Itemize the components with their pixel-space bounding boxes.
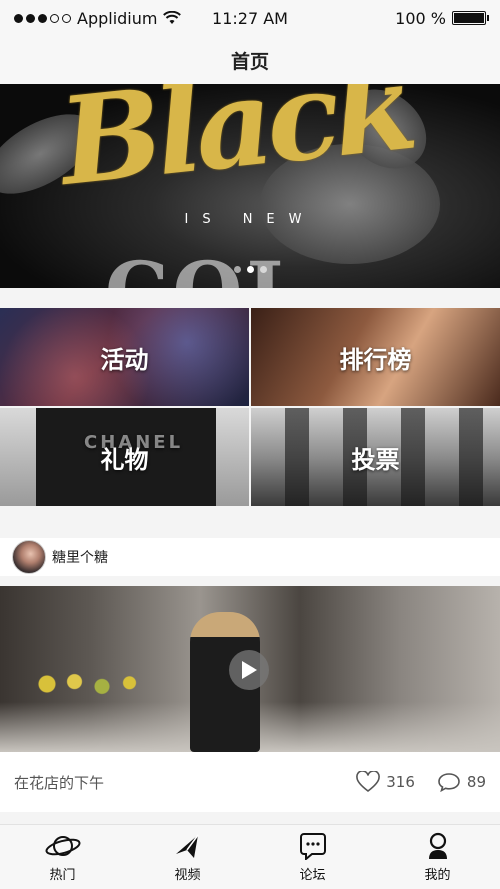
- category-label: 礼物: [100, 445, 149, 474]
- page-title: 首页: [230, 50, 269, 73]
- avatar[interactable]: [12, 540, 46, 574]
- tab-forum[interactable]: 论坛: [273, 832, 353, 883]
- play-icon: [242, 661, 257, 679]
- user-icon: [428, 832, 447, 859]
- post-stats: 316 89: [356, 771, 486, 793]
- category-tile-ranking[interactable]: 排行榜: [251, 308, 500, 406]
- like-button[interactable]: 316: [356, 771, 415, 793]
- status-right: 100 %: [395, 8, 489, 28]
- thumbnail-flowers: [36, 672, 146, 696]
- carrier-name: Applidium: [77, 8, 158, 28]
- signal-icon: [14, 13, 71, 23]
- paper-plane-icon: [175, 834, 199, 858]
- banner-subtitle: IS NEW: [184, 212, 316, 227]
- pager-dot[interactable]: [233, 266, 241, 273]
- carousel-pager[interactable]: [0, 266, 500, 273]
- tab-label: 论坛: [299, 867, 326, 883]
- category-tile-gifts[interactable]: CHANEL 礼物: [0, 408, 249, 506]
- wifi-icon: [163, 11, 182, 24]
- category-tile-events[interactable]: 活动: [0, 308, 249, 406]
- status-left: Applidium: [14, 8, 182, 28]
- tab-profile[interactable]: 我的: [398, 832, 478, 883]
- tab-hot[interactable]: 热门: [23, 832, 103, 883]
- tab-label: 视频: [174, 867, 201, 883]
- tab-bar: 热门 视频 论坛 我的: [0, 824, 500, 889]
- banner-carousel[interactable]: Black IS NEW COL: [0, 84, 500, 288]
- category-label: 投票: [351, 445, 400, 474]
- tab-video[interactable]: 视频: [148, 832, 228, 883]
- battery-fill: [454, 13, 484, 23]
- category-label: 排行榜: [339, 345, 412, 374]
- like-count: 316: [386, 773, 415, 791]
- post-username[interactable]: 糖里个糖: [52, 547, 108, 567]
- pager-dot[interactable]: [259, 266, 267, 273]
- planet-icon: [45, 835, 80, 856]
- comment-button[interactable]: 89: [437, 772, 486, 792]
- chat-bubble-icon: [299, 832, 326, 860]
- nav-bar: 首页: [0, 36, 500, 84]
- status-bar: Applidium 11:27 AM 100 %: [0, 0, 500, 36]
- play-button[interactable]: [229, 650, 269, 690]
- category-tile-vote[interactable]: 投票: [251, 408, 500, 506]
- post-caption: 在花店的下午: [14, 773, 105, 792]
- category-label: 活动: [100, 345, 149, 374]
- tab-label: 热门: [49, 867, 76, 883]
- post-footer: 在花店的下午 316 89: [0, 752, 500, 812]
- tab-label: 我的: [424, 867, 451, 883]
- pager-dot-active[interactable]: [246, 266, 254, 273]
- battery-percent: 100 %: [395, 8, 446, 28]
- battery-icon: [452, 11, 489, 25]
- post-author[interactable]: 糖里个糖: [0, 538, 500, 576]
- comment-icon: [438, 773, 460, 792]
- heart-icon: [356, 771, 381, 793]
- comment-count: 89: [466, 773, 486, 791]
